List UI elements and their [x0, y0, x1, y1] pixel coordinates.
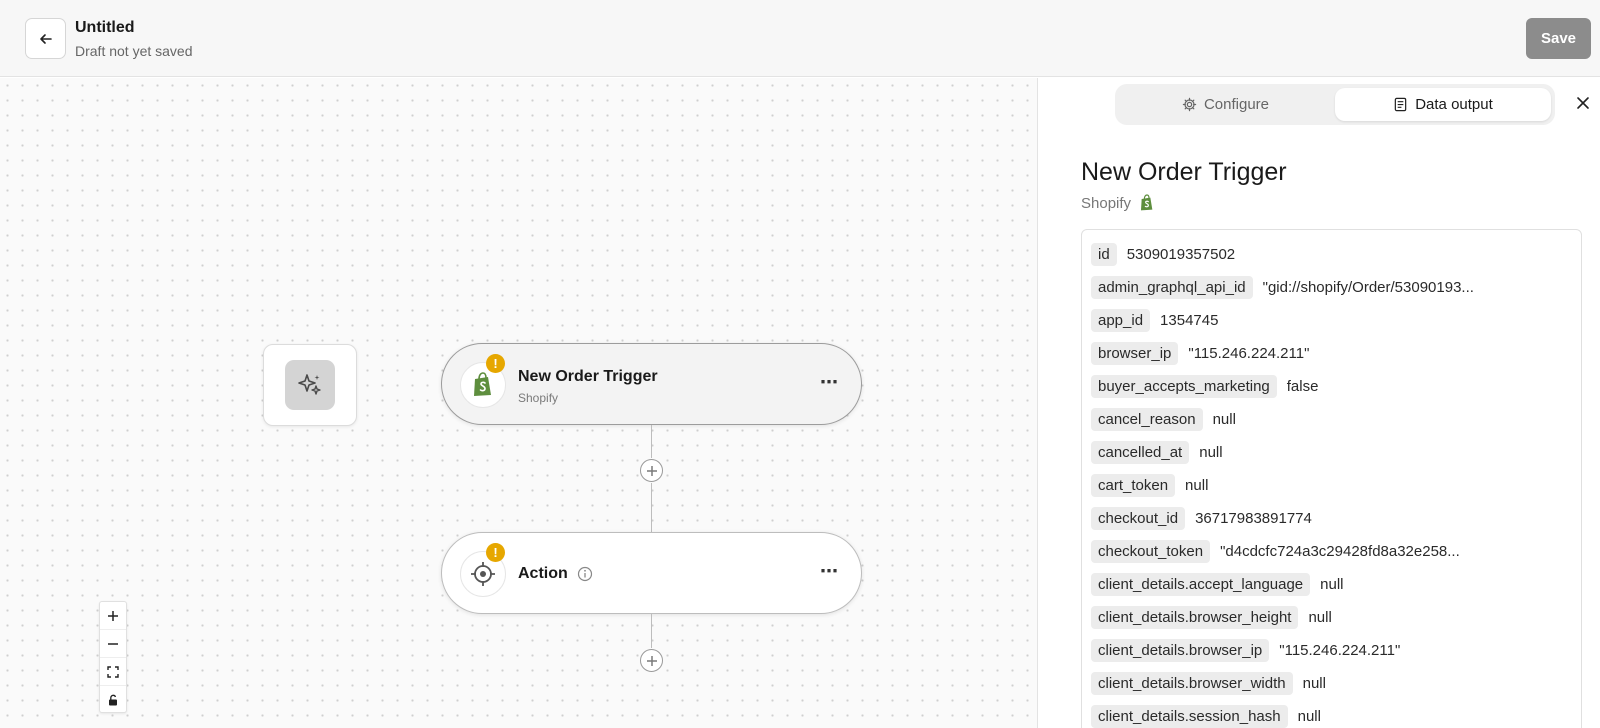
- ai-assistant-node[interactable]: [263, 344, 357, 426]
- data-value: null: [1199, 444, 1223, 461]
- data-key[interactable]: checkout_token: [1091, 540, 1211, 563]
- panel-app: Shopify: [1081, 194, 1155, 212]
- zoom-out-button[interactable]: [100, 630, 126, 658]
- save-button[interactable]: Save: [1526, 18, 1591, 59]
- action-more-button[interactable]: ⋯: [820, 561, 839, 582]
- arrow-left-icon: [39, 33, 52, 44]
- data-value: null: [1308, 609, 1332, 626]
- zoom-in-button[interactable]: [100, 602, 126, 630]
- plus-icon: [646, 465, 657, 476]
- data-key[interactable]: cart_token: [1091, 474, 1176, 497]
- data-row: client_details.browser_height null: [1091, 601, 1572, 634]
- minus-icon: [108, 642, 118, 645]
- data-value: 36717983891774: [1195, 510, 1312, 527]
- lock-icon: [109, 694, 117, 706]
- data-value: null: [1297, 708, 1321, 725]
- data-row: checkout_token "d4cdcfc724a3c29428fd8a32e…: [1091, 535, 1572, 568]
- data-value: null: [1185, 477, 1209, 494]
- data-value: null: [1320, 576, 1344, 593]
- panel-app-name: Shopify: [1081, 194, 1132, 212]
- gear-icon: [1182, 97, 1197, 112]
- data-row: id 5309019357502: [1091, 238, 1572, 271]
- data-row: client_details.accept_language null: [1091, 568, 1572, 601]
- data-row: client_details.session_hash null: [1091, 700, 1572, 728]
- page-title: Untitled: [75, 19, 135, 36]
- ai-assistant-button[interactable]: [285, 360, 335, 410]
- tab-data-output-label: Data output: [1415, 96, 1493, 113]
- data-row: cancel_reason null: [1091, 403, 1572, 436]
- data-row: client_details.browser_ip "115.246.224.21…: [1091, 634, 1572, 667]
- data-row: cart_token null: [1091, 469, 1572, 502]
- add-step-button[interactable]: [640, 459, 663, 482]
- panel-title: New Order Trigger: [1081, 158, 1287, 186]
- warning-badge: !: [486, 543, 505, 562]
- data-key[interactable]: checkout_id: [1091, 507, 1186, 530]
- data-value: 1354745: [1160, 312, 1219, 329]
- lock-button[interactable]: [100, 686, 126, 714]
- tab-data-output[interactable]: Data output: [1335, 88, 1551, 121]
- data-key[interactable]: cancel_reason: [1091, 408, 1203, 431]
- crosshair-icon: [471, 562, 495, 586]
- data-value: null: [1302, 675, 1326, 692]
- close-icon[interactable]: [1576, 96, 1590, 110]
- data-value: "gid://shopify/Order/53090193...: [1262, 279, 1474, 296]
- save-status: Draft not yet saved: [75, 43, 193, 59]
- data-row: cancelled_at null: [1091, 436, 1572, 469]
- shopify-icon: [474, 372, 491, 396]
- data-value: "115.246.224.211": [1279, 642, 1401, 659]
- data-key[interactable]: client_details.browser_height: [1091, 606, 1299, 629]
- data-row: client_details.browser_width null: [1091, 667, 1572, 700]
- node-details-panel: Configure Data output New Order Trigger …: [1037, 78, 1600, 728]
- back-button[interactable]: [25, 18, 66, 59]
- connector-line: [651, 425, 652, 458]
- data-key[interactable]: client_details.accept_language: [1091, 573, 1311, 596]
- data-value: 5309019357502: [1126, 246, 1236, 263]
- data-key[interactable]: client_details.browser_width: [1091, 672, 1293, 695]
- action-node-title: Action: [518, 565, 568, 582]
- data-value: "115.246.224.211": [1188, 345, 1310, 362]
- workflow-canvas[interactable]: ! New Order Trigger Shopify ⋯ ! Action ⋯: [0, 78, 1037, 728]
- shopify-icon: [1141, 194, 1153, 211]
- top-header: Untitled Draft not yet saved Save: [0, 0, 1600, 77]
- panel-tabs: Configure Data output: [1115, 84, 1555, 125]
- fit-view-button[interactable]: [100, 658, 126, 686]
- tab-configure[interactable]: Configure: [1119, 88, 1332, 121]
- data-row: app_id 1354745: [1091, 304, 1572, 337]
- data-key[interactable]: client_details.session_hash: [1091, 705, 1288, 728]
- data-key[interactable]: app_id: [1091, 309, 1151, 332]
- data-value: "d4cdcfc724a3c29428fd8a32e258...: [1220, 543, 1460, 560]
- data-value: null: [1212, 411, 1236, 428]
- data-output-list[interactable]: id 5309019357502 admin_graphql_api_id "gid:…: [1081, 229, 1582, 728]
- connector-line: [651, 614, 652, 648]
- data-key[interactable]: browser_ip: [1091, 342, 1179, 365]
- data-key[interactable]: buyer_accepts_marketing: [1091, 375, 1277, 398]
- data-row: browser_ip "115.246.224.211": [1091, 337, 1572, 370]
- data-key[interactable]: cancelled_at: [1091, 441, 1190, 464]
- tab-configure-label: Configure: [1203, 96, 1270, 113]
- connector-line: [651, 483, 652, 532]
- data-key[interactable]: id: [1091, 243, 1117, 266]
- plus-icon: [108, 610, 118, 621]
- fullscreen-icon: [107, 665, 119, 678]
- sparkles-icon: [298, 374, 321, 395]
- action-node[interactable]: ! Action ⋯: [441, 532, 862, 614]
- data-value: false: [1286, 378, 1319, 395]
- data-key[interactable]: client_details.browser_ip: [1091, 639, 1270, 662]
- warning-badge: !: [486, 354, 505, 373]
- data-row: buyer_accepts_marketing false: [1091, 370, 1572, 403]
- document-icon: [1394, 97, 1407, 112]
- info-icon[interactable]: [577, 566, 593, 582]
- trigger-more-button[interactable]: ⋯: [820, 372, 839, 393]
- add-step-button[interactable]: [640, 649, 663, 672]
- zoom-controls: [99, 601, 127, 713]
- trigger-node-title: New Order Trigger: [518, 368, 658, 385]
- data-row: checkout_id 36717983891774: [1091, 502, 1572, 535]
- data-key[interactable]: admin_graphql_api_id: [1091, 276, 1253, 299]
- plus-icon: [646, 655, 657, 666]
- data-row: admin_graphql_api_id "gid://shopify/Order…: [1091, 271, 1572, 304]
- trigger-node-app: Shopify: [518, 391, 559, 405]
- trigger-node[interactable]: ! New Order Trigger Shopify ⋯: [441, 343, 862, 425]
